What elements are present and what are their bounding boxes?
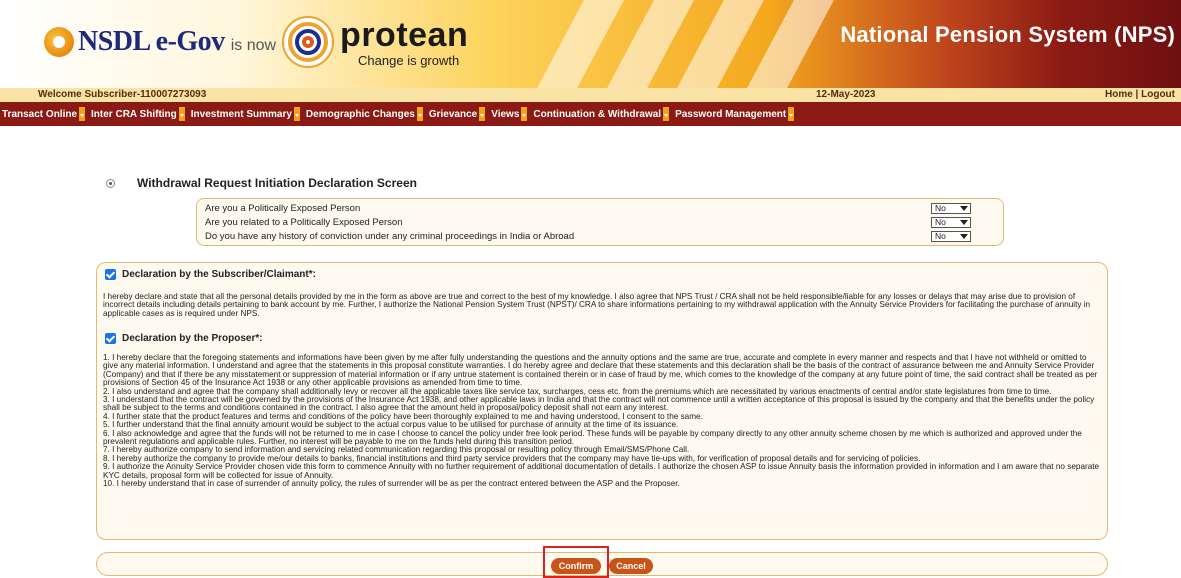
chevron-down-icon — [960, 234, 968, 239]
nav-item-investment-summary[interactable]: Investment Summary — [191, 107, 300, 121]
subscriber-declaration-text: I hereby declare and state that all the … — [103, 292, 1101, 318]
chevron-down-icon — [960, 220, 968, 225]
subscriber-declaration-header: Declaration by the Subscriber/Claimant*: — [105, 269, 316, 280]
nsdl-logo-icon — [44, 27, 74, 57]
page-title: Withdrawal Request Initiation Declaratio… — [137, 176, 417, 190]
proposer-declaration-header: Declaration by the Proposer*: — [105, 333, 263, 344]
chevron-down-icon — [788, 107, 795, 121]
brand-tagline: Change is growth — [358, 52, 460, 68]
bullet-icon — [106, 178, 115, 188]
nav-label: Password Management — [675, 108, 787, 120]
confirm-highlight-box — [543, 546, 609, 578]
select-value: No — [935, 217, 946, 227]
pep-question: Are you a Politically Exposed Person — [205, 203, 361, 214]
system-title: National Pension System (NPS) — [840, 22, 1175, 47]
nav-item-inter-cra-shifting[interactable]: Inter CRA Shifting — [91, 107, 185, 121]
select-value: No — [935, 203, 946, 213]
chevron-down-icon — [479, 107, 486, 121]
pep-row: Are you a Politically Exposed Person No — [205, 203, 997, 215]
subscriber-declaration-heading: Declaration by the Subscriber/Claimant*: — [122, 269, 316, 280]
nav-item-demographic-changes[interactable]: Demographic Changes — [306, 107, 423, 121]
nav-item-continuation-withdrawal[interactable]: Continuation & Withdrawal — [533, 107, 670, 121]
pep-row: Do you have any history of conviction un… — [205, 231, 997, 243]
proposer-declaration-checkbox[interactable] — [105, 333, 116, 344]
chevron-down-icon — [79, 107, 86, 121]
proposer-point: 10. I hereby understand that in case of … — [103, 479, 680, 489]
chevron-down-icon — [293, 107, 300, 121]
brand-logo: NSDL e-Gov is now protean Change is grow… — [44, 12, 468, 72]
politically-exposed-select[interactable]: No — [931, 203, 971, 214]
chevron-down-icon — [521, 107, 528, 121]
welcome-text: Welcome Subscriber-110007273093 — [38, 89, 207, 100]
proposer-point: 3. I understand that the contract will b… — [103, 395, 1095, 413]
proposer-point: 1. I hereby declare that the foregoing s… — [103, 353, 1098, 388]
nav-item-password-management[interactable]: Password Management — [675, 107, 795, 121]
nav-label: Demographic Changes — [305, 108, 415, 120]
header-banner: NSDL e-Gov is now protean Change is grow… — [0, 0, 1181, 88]
select-value: No — [935, 231, 946, 241]
chevron-down-icon — [663, 107, 670, 121]
pep-question: Are you related to a Politically Exposed… — [205, 217, 403, 228]
protean-logo-icon — [282, 16, 335, 68]
chevron-down-icon — [960, 206, 968, 211]
pep-question: Do you have any history of conviction un… — [205, 231, 575, 242]
brand-protean: protean — [340, 15, 469, 54]
nav-item-transact-online[interactable]: Transact Online — [2, 107, 86, 121]
nav-label: Inter CRA Shifting — [91, 108, 177, 120]
proposer-declaration-text: 1. I hereby declare that the foregoing s… — [103, 353, 1101, 489]
cancel-button[interactable]: Cancel — [609, 558, 653, 574]
main-nav: Transact Online Inter CRA Shifting Inves… — [0, 102, 1181, 126]
nav-label: Transact Online — [2, 108, 78, 120]
nav-label: Continuation & Withdrawal — [533, 108, 662, 120]
pep-row: Are you related to a Politically Exposed… — [205, 217, 997, 229]
criminal-history-select[interactable]: No — [931, 231, 971, 242]
nav-label: Views — [491, 108, 520, 120]
subscriber-declaration-checkbox[interactable] — [105, 269, 116, 280]
brand-is-now: is now — [230, 37, 277, 54]
chevron-down-icon — [416, 107, 423, 121]
subscriber-declaration-paragraph: I hereby declare and state that all the … — [103, 292, 1091, 318]
proposer-declaration-heading: Declaration by the Proposer*: — [122, 333, 263, 344]
page-heading: Withdrawal Request Initiation Declaratio… — [106, 176, 417, 190]
pep-questions-box: Are you a Politically Exposed Person No … — [196, 198, 1004, 246]
chevron-down-icon — [178, 107, 185, 121]
proposer-point: 6. I also acknowledge and agree that the… — [103, 428, 1082, 447]
brand-primary: NSDL e-Gov — [78, 26, 225, 57]
nav-item-grievance[interactable]: Grievance — [428, 107, 486, 121]
declaration-box: Declaration by the Subscriber/Claimant*:… — [96, 262, 1108, 540]
current-date: 12-May-2023 — [816, 89, 876, 100]
related-pep-select[interactable]: No — [931, 217, 971, 228]
welcome-bar: Welcome Subscriber-110007273093 12-May-2… — [0, 88, 1181, 102]
nav-item-views[interactable]: Views — [491, 107, 528, 121]
nav-label: Investment Summary — [190, 108, 292, 120]
home-logout-links[interactable]: Home | Logout — [1105, 89, 1175, 100]
proposer-point: 9. I authorize the Annuity Service Provi… — [103, 462, 1100, 480]
nav-label: Grievance — [428, 108, 478, 120]
